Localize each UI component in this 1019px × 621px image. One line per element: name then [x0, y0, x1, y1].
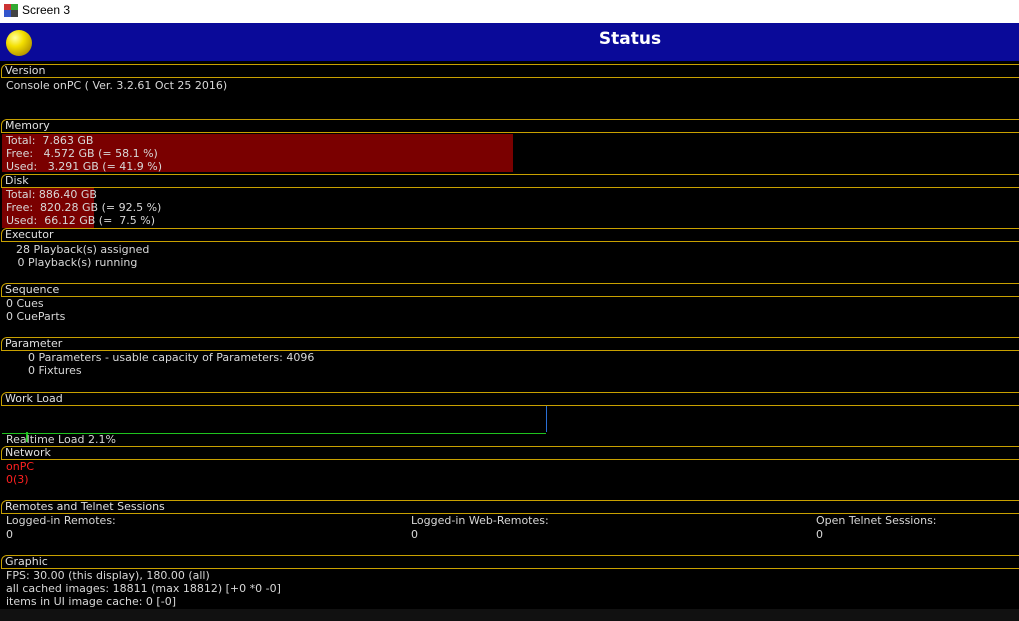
section-header: [1, 446, 1019, 460]
telnet-sessions-label: Open Telnet Sessions:: [816, 514, 937, 527]
fixtures-count: 0 Fixtures: [28, 364, 82, 377]
section-header: [1, 119, 1019, 133]
playbacks-assigned: 28 Playback(s) assigned: [16, 243, 150, 256]
memory-total: Total: 7.863 GB: [6, 134, 94, 147]
cues-count: 0 Cues: [6, 297, 44, 310]
section-header: [1, 174, 1019, 188]
workload-graph: [2, 407, 546, 434]
section-title: Disk: [5, 174, 29, 187]
disk-used: Used: 66.12 GB (= 7.5 %): [6, 214, 156, 227]
workload-graph-edge: [546, 406, 547, 432]
section-title: Graphic: [5, 555, 48, 568]
network-section: Network onPC 0(3): [0, 446, 1019, 500]
app-icon: [4, 4, 18, 17]
parameters-count: 0 Parameters - usable capacity of Parame…: [28, 351, 315, 364]
window-titlebar: Screen 3: [0, 0, 1019, 23]
section-title: Sequence: [5, 283, 60, 296]
web-remotes-value: 0: [411, 528, 418, 541]
disk-section: Disk Total: 886.40 GB Free: 820.28 GB (=…: [0, 174, 1019, 228]
memory-free: Free: 4.572 GB (= 58.1 %): [6, 147, 158, 160]
version-section: Version Console onPC ( Ver. 3.2.61 Oct 2…: [0, 64, 1019, 119]
remotes-section: Remotes and Telnet Sessions Logged-in Re…: [0, 500, 1019, 555]
section-header: [1, 392, 1019, 406]
remotes-value: 0: [6, 528, 13, 541]
parameter-section: Parameter 0 Parameters - usable capacity…: [0, 337, 1019, 392]
window-title: Screen 3: [22, 3, 71, 17]
section-header: [1, 555, 1019, 569]
workload-section: Work Load Realtime Load 2.1%: [0, 392, 1019, 446]
section-title: Executor: [5, 228, 54, 241]
playbacks-running: 0 Playback(s) running: [14, 256, 138, 269]
disk-free: Free: 820.28 GB (= 92.5 %): [6, 201, 162, 214]
memory-section: Memory Total: 7.863 GB Free: 4.572 GB (=…: [0, 119, 1019, 174]
network-count: 0(3): [6, 473, 29, 486]
section-title: Network: [5, 446, 51, 459]
bottom-strip: [0, 609, 1019, 621]
executor-section: Executor 28 Playback(s) assigned 0 Playb…: [0, 228, 1019, 283]
page-title: Status: [598, 29, 662, 49]
section-header: [1, 337, 1019, 351]
disk-total: Total: 886.40 GB: [6, 188, 97, 201]
status-header: Status: [0, 23, 1019, 61]
remotes-label: Logged-in Remotes:: [6, 514, 116, 527]
version-text: Console onPC ( Ver. 3.2.61 Oct 25 2016): [6, 79, 228, 92]
telnet-sessions-value: 0: [816, 528, 823, 541]
sequence-section: Sequence 0 Cues 0 CueParts: [0, 283, 1019, 337]
section-title: Remotes and Telnet Sessions: [5, 500, 165, 513]
network-mode: onPC: [6, 460, 35, 473]
realtime-load: Realtime Load 2.1%: [6, 433, 116, 446]
section-header: [1, 64, 1019, 78]
section-title: Version: [5, 64, 46, 77]
web-remotes-label: Logged-in Web-Remotes:: [411, 514, 549, 527]
section-title: Parameter: [5, 337, 63, 350]
section-header: [1, 228, 1019, 242]
cueparts-count: 0 CueParts: [6, 310, 66, 323]
section-title: Work Load: [5, 392, 63, 405]
section-title: Memory: [5, 119, 50, 132]
memory-used: Used: 3.291 GB (= 41.9 %): [6, 160, 163, 173]
fps-info: FPS: 30.00 (this display), 180.00 (all): [6, 569, 210, 582]
cached-images: all cached images: 18811 (max 18812) [+0…: [6, 582, 281, 595]
ui-image-cache: items in UI image cache: 0 [-0]: [6, 595, 176, 608]
graphic-section: Graphic FPS: 30.00 (this display), 180.0…: [0, 555, 1019, 609]
section-header: [1, 283, 1019, 297]
